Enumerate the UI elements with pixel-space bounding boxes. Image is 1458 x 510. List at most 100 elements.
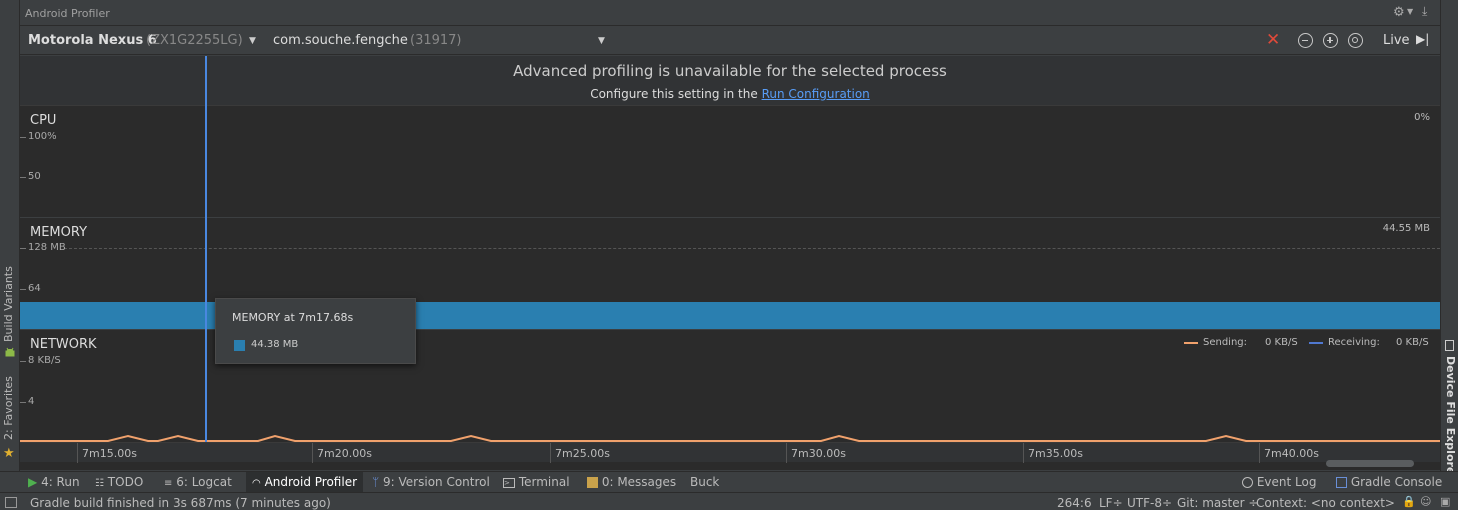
process-name[interactable]: com.souche.fengche (273, 33, 408, 48)
line-separator[interactable]: LF÷ (1099, 496, 1123, 510)
network-axis-4: 4 (28, 396, 35, 407)
banner-title: Advanced profiling is unavailable for th… (513, 62, 947, 80)
banner-subtitle-text: Configure this setting in the (590, 87, 758, 101)
event-log-icon (1242, 477, 1253, 488)
memory-max-gridline (64, 248, 1440, 249)
time-axis[interactable]: 7m15.00s 7m20.00s 7m25.00s 7m30.00s 7m35… (20, 442, 1440, 463)
device-dropdown-icon[interactable]: ▼ (249, 36, 256, 46)
time-tick-4 (1023, 443, 1024, 463)
time-tick-0 (77, 443, 78, 463)
memory-indicator-icon[interactable]: ▣ (1440, 495, 1450, 508)
android-icon (4, 346, 16, 358)
version-control-tab[interactable]: ᛘ 9: Version Control (372, 475, 490, 489)
process-dropdown-icon[interactable]: ▼ (598, 36, 605, 46)
caret-position[interactable]: 264:6 (1057, 496, 1092, 510)
terminal-tab[interactable]: > Terminal (503, 475, 570, 489)
git-branch[interactable]: Git: master ÷ (1177, 496, 1258, 510)
gradle-console-tab[interactable]: Gradle Console (1336, 475, 1442, 489)
advanced-profiling-banner: Advanced profiling is unavailable for th… (20, 56, 1440, 106)
terminal-icon: > (503, 477, 515, 488)
inspector-icon[interactable]: ☺ (1420, 495, 1431, 508)
gear-dropdown-icon[interactable]: ▼ (1407, 7, 1413, 16)
toggle-tool-windows-icon[interactable] (5, 497, 17, 508)
todo-icon: ☷ (95, 478, 104, 489)
right-tool-strip: Device File Explorer (1440, 0, 1458, 492)
android-profiler-label: Android Profiler (264, 475, 358, 489)
logcat-icon: ≡ (164, 478, 173, 489)
hide-panel-icon[interactable]: ⤓ (1422, 4, 1427, 19)
gear-icon[interactable]: ⚙ (1393, 5, 1405, 20)
network-axis-8: 8 KB/S (28, 355, 61, 366)
sending-label: Sending: (1203, 337, 1248, 348)
network-tick-4 (20, 402, 26, 403)
status-message[interactable]: Gradle build finished in 3s 687ms (7 min… (30, 496, 331, 510)
device-icon (1445, 340, 1454, 351)
favorites-tab[interactable]: 2: Favorites (2, 376, 15, 440)
zoom-out-icon[interactable] (1298, 33, 1313, 48)
terminal-label: Terminal (518, 475, 570, 489)
tool-window-bar: ▶ 4: Run ☷ TODO ≡ 6: Logcat ◠ Android Pr… (0, 471, 1458, 492)
memory-axis-64: 64 (28, 283, 41, 294)
device-name[interactable]: Motorola Nexus 6 (28, 33, 157, 48)
memory-tick-64 (20, 289, 26, 290)
run-icon: ▶ (28, 475, 38, 489)
network-tick-8 (20, 361, 26, 362)
device-file-explorer-tab[interactable]: Device File Explorer (1444, 356, 1457, 480)
reset-zoom-icon[interactable] (1348, 33, 1363, 48)
gradle-console-label: Gradle Console (1350, 475, 1443, 489)
cpu-value: 0% (1414, 112, 1430, 123)
process-pid[interactable]: (31917) (410, 33, 462, 48)
cpu-section[interactable]: CPU 0% 100% 50 (20, 106, 1440, 218)
build-variants-tab[interactable]: Build Variants (2, 266, 15, 342)
zoom-in-icon[interactable] (1323, 33, 1338, 48)
time-label-1: 7m20.00s (317, 447, 372, 460)
event-log-tab[interactable]: Event Log (1242, 475, 1316, 489)
todo-label: TODO (107, 475, 144, 489)
vcs-branch-icon: ᛘ (372, 475, 380, 489)
device-serial[interactable]: (ZX1G2255LG) (146, 33, 243, 48)
messages-tab[interactable]: 0: Messages (587, 475, 676, 489)
receiving-legend-swatch (1309, 342, 1323, 344)
network-title: NETWORK (30, 337, 97, 352)
memory-axis-128: 128 MB (28, 242, 66, 253)
tooltip-value: 44.38 MB (251, 339, 299, 350)
event-log-label: Event Log (1256, 475, 1317, 489)
logcat-label: 6: Logcat (176, 475, 232, 489)
banner-subtitle: Configure this setting in the Run Config… (20, 87, 1440, 101)
sending-value: 0 KB/S (1265, 337, 1298, 348)
todo-tab[interactable]: ☷ TODO (95, 475, 143, 489)
window-title: Android Profiler (25, 7, 110, 20)
time-tick-5 (1259, 443, 1260, 463)
run-tab[interactable]: ▶ 4: Run (28, 475, 80, 489)
file-encoding[interactable]: UTF-8÷ (1127, 496, 1172, 510)
run-configuration-link[interactable]: Run Configuration (762, 87, 870, 101)
time-tick-1 (312, 443, 313, 463)
buck-tab[interactable]: Buck (690, 475, 719, 489)
stop-session-icon[interactable]: ✕ (1266, 30, 1280, 50)
logcat-tab[interactable]: ≡ 6: Logcat (164, 475, 232, 489)
receiving-label: Receiving: (1328, 337, 1380, 348)
messages-label: 0: Messages (601, 475, 677, 489)
version-control-label: 9: Version Control (383, 475, 490, 489)
status-bar: Gradle build finished in 3s 687ms (7 min… (0, 492, 1458, 510)
timeline-cursor[interactable] (205, 56, 207, 442)
profiler-toolbar: Motorola Nexus 6 (ZX1G2255LG) ▼ com.souc… (20, 27, 1440, 55)
go-live-icon[interactable]: ▶| (1416, 32, 1429, 46)
time-tick-2 (550, 443, 551, 463)
run-label: 4: Run (41, 475, 80, 489)
horizontal-scrollbar[interactable] (1326, 460, 1414, 467)
cpu-axis-50: 50 (28, 171, 41, 182)
context-indicator[interactable]: Context: <no context> (1256, 496, 1395, 510)
time-label-5: 7m40.00s (1264, 447, 1319, 460)
memory-tooltip: MEMORY at 7m17.68s 44.38 MB (215, 298, 416, 364)
memory-tick-128 (20, 248, 26, 249)
live-label[interactable]: Live (1383, 33, 1410, 48)
lock-icon[interactable]: 🔒 (1402, 495, 1416, 508)
cpu-axis-100: 100% (28, 131, 57, 142)
time-label-3: 7m30.00s (791, 447, 846, 460)
star-icon: ★ (3, 446, 15, 461)
tool-window-title-bar: Android Profiler ⚙ ▼ ⤓ (20, 0, 1440, 26)
profiler-timeline[interactable]: Advanced profiling is unavailable for th… (20, 56, 1440, 470)
messages-icon (587, 477, 598, 488)
android-profiler-tab[interactable]: ◠ Android Profiler (246, 472, 364, 492)
